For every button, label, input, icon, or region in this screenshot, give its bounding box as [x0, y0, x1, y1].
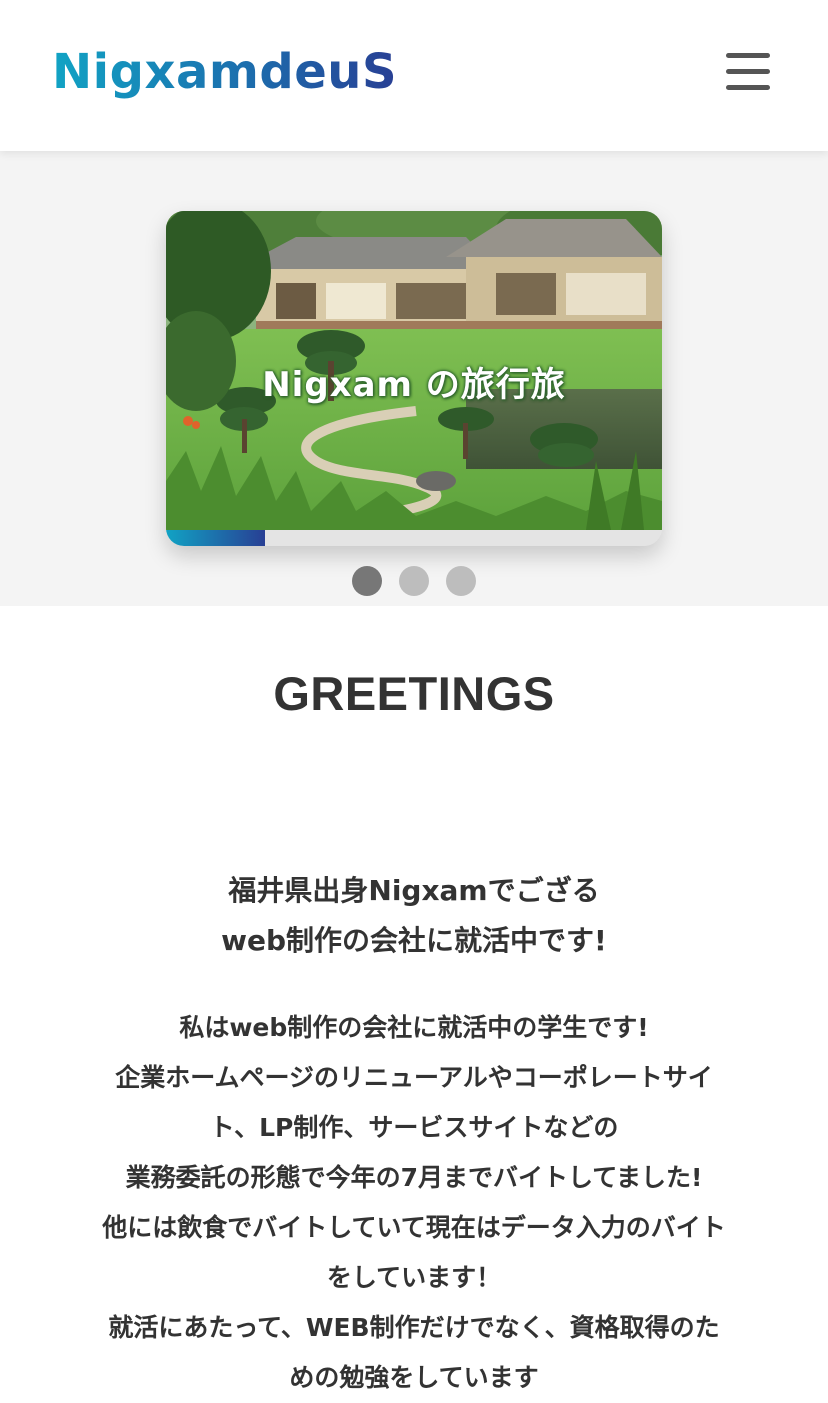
menu-bar-top — [726, 53, 770, 58]
hero-slider: Nigxam の旅行旅 — [0, 151, 828, 606]
slide-card[interactable]: Nigxam の旅行旅 — [166, 211, 662, 546]
body-line: 就活にあたって、WEB制作だけでなく、資格取得のた — [108, 1313, 720, 1342]
slide-progress-fill — [166, 530, 266, 546]
slider-pagination — [0, 566, 828, 596]
site-header: NigxamdeuS — [0, 0, 828, 151]
body-line: をしています！ — [326, 1263, 502, 1292]
body-line: めの勉強をしています — [289, 1363, 539, 1392]
pagination-dot-2[interactable] — [399, 566, 429, 596]
menu-bar-bottom — [726, 85, 770, 90]
body-line: 私はweb制作の会社に就活中の学生です! — [179, 1013, 649, 1042]
menu-bar-middle — [726, 69, 770, 74]
body-line: 他には飲食でバイトしていて現在はデータ入力のバイト — [102, 1213, 726, 1242]
section-heading: GREETINGS — [273, 667, 555, 720]
pagination-dot-3[interactable] — [446, 566, 476, 596]
intro-line: 福井県出身Nigxamでござる — [228, 874, 600, 907]
slide-title: Nigxam の旅行旅 — [262, 365, 566, 405]
hamburger-menu-icon[interactable] — [722, 50, 774, 94]
body-line: ト、LP制作、サービスサイトなどの — [209, 1113, 619, 1142]
pagination-dot-1[interactable] — [352, 566, 382, 596]
slide-progress-bar — [166, 530, 662, 546]
body-line: 企業ホームページのリニューアルやコーポレートサイ — [115, 1063, 713, 1092]
greeting-body: 私はweb制作の会社に就活中の学生です! 企業ホームページのリニューアルやコーポ… — [62, 1003, 766, 1403]
body-line: 業務委託の形態で今年の7月までバイトしてました! — [125, 1163, 703, 1192]
site-logo[interactable]: NigxamdeuS — [52, 44, 397, 100]
intro-line: web制作の会社に就活中です! — [221, 924, 607, 957]
greeting-intro: 福井県出身Nigxamでござる web制作の会社に就活中です! — [0, 866, 828, 966]
